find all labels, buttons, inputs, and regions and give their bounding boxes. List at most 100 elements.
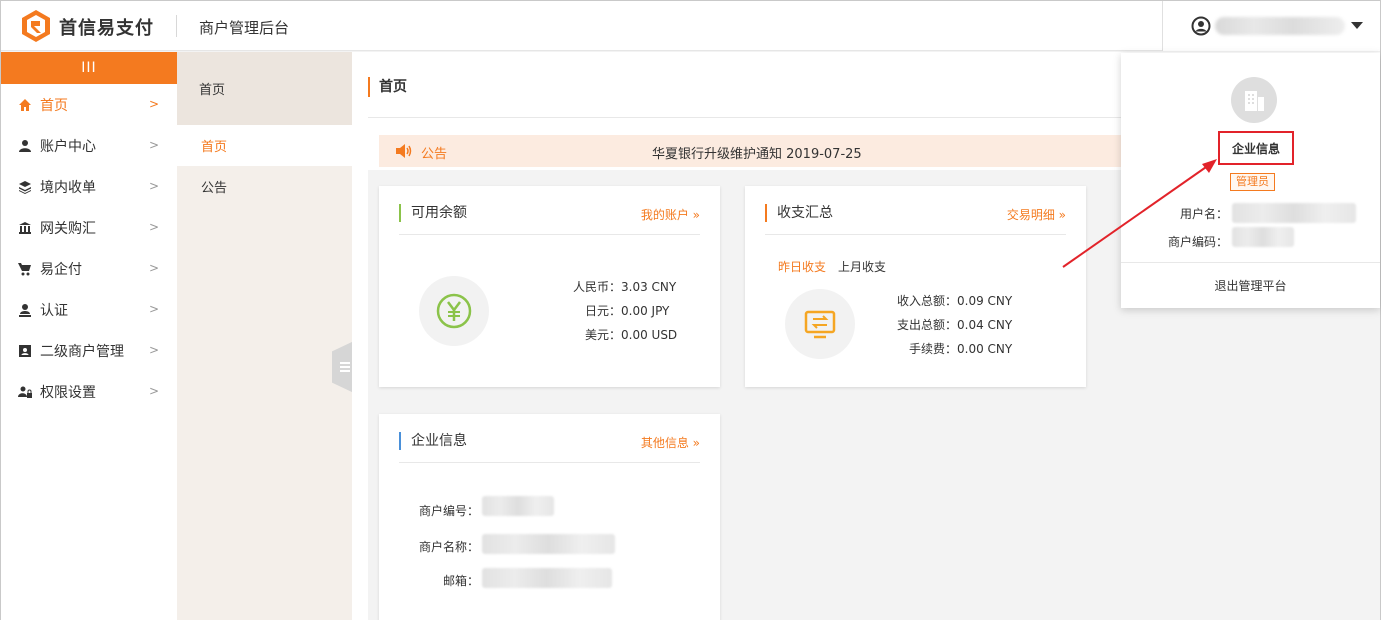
other-info-link[interactable]: 其他信息 » [641,434,700,451]
balance-usd-row: 美元：0.00 USD [529,326,677,343]
sidebar-item-label: 认证 [40,302,68,319]
username-redacted [1215,17,1345,35]
menu-lines-icon [340,362,350,372]
expense-row: 支出总额：0.04 CNY [865,316,1012,333]
sidebar-item-label: 网关购汇 [40,220,96,237]
fee-row: 手续费：0.00 CNY [865,340,1012,357]
chevron-right-icon: > [148,261,159,275]
notice-label: 公告 [421,147,448,162]
merchant-name-redacted [482,534,615,554]
balance-jpy-label: 日元： [584,304,621,318]
balance-card: 可用余额 我的账户 » 人民币：3.03 CNY 日元：0.00 JPY 美元：… [379,186,720,387]
merchant-code-value-redacted [1232,227,1294,247]
tab-yesterday[interactable]: 昨日收支 [778,258,826,275]
caret-down-icon [1351,22,1363,29]
bank-icon [17,220,33,236]
notice-text[interactable]: 华夏银行升级维护通知 2019-07-25 [652,143,862,162]
balance-card-title: 可用余额 [399,204,467,222]
sidebar-item-label: 首页 [40,97,68,114]
merchant-name-row: 商户名称： [399,538,479,555]
menu-toggle-icon: III [81,60,97,76]
home-icon [17,97,33,113]
brand-name[interactable]: 首信易支付 [59,14,154,40]
sidebar-item-label: 境内收单 [40,179,96,196]
balance-cny-label: 人民币： [572,280,621,294]
expense-value: 0.04 CNY [957,318,1013,332]
company-avatar [1231,77,1277,123]
transfer-monitor-icon [804,310,836,339]
top-header: 首信易支付 商户管理后台 [1,1,1380,51]
lock-icon [17,384,33,400]
company-card: 企业信息 其他信息 » 商户编号： 商户名称： 邮箱： [379,414,720,620]
user-circle-icon [1191,16,1211,36]
merchant-number-label: 商户编号： [418,504,479,518]
balance-jpy-row: 日元：0.00 JPY [529,302,669,319]
sidebar-item-account-center[interactable]: 账户中心 > [1,125,177,166]
sidebar-item-label: 账户中心 [40,138,96,155]
tab-last-month[interactable]: 上月收支 [838,258,886,275]
balance-cny-value: 3.03 CNY [621,280,677,294]
sidebar-item-domestic-acquiring[interactable]: 境内收单 > [1,166,177,207]
sub-item-announcement[interactable]: 公告 [177,166,352,207]
chevron-right-icon: > [148,97,159,111]
chevron-right-icon: > [148,179,159,193]
annotation-arrow-icon [1062,159,1217,268]
sidebar-item-certification[interactable]: 认证 > [1,289,177,330]
sidebar-toggle[interactable]: III [1,52,177,84]
header-title: 商户管理后台 [199,19,290,37]
sidebar-item-label: 二级商户管理 [40,343,124,360]
merchant-number-redacted [482,496,554,516]
certify-icon [17,302,33,318]
layers-icon [17,179,33,195]
card-divider [765,234,1066,235]
balance-cny-row: 人民币：3.03 CNY [529,278,676,295]
summary-circle [785,289,855,359]
yuan-coin-icon [436,293,472,329]
user-icon [17,138,33,154]
header-divider [176,15,177,37]
my-account-link[interactable]: 我的账户 » [641,206,700,223]
chevron-right-icon: > [148,220,159,234]
sub-item-home[interactable]: 首页 [177,125,352,166]
id-card-icon [17,343,33,359]
brand-logo-icon[interactable] [19,9,53,43]
card-divider [399,462,700,463]
expense-label: 支出总额： [896,318,957,332]
income-label: 收入总额： [896,294,957,308]
sidebar-item-yiqifu[interactable]: 易企付 > [1,248,177,289]
balance-usd-value: 0.00 USD [621,328,678,342]
chevron-right-icon: > [148,343,159,357]
chevron-right-icon: > [148,138,159,152]
sub-sidebar-heading: 首页 [177,52,352,125]
sidebar-item-sub-merchant[interactable]: 二级商户管理 > [1,330,177,371]
balance-usd-label: 美元： [584,328,621,342]
chevron-right-icon: > [148,384,159,398]
cart-icon [17,261,33,277]
sub-sidebar: 首页 首页 公告 [177,52,352,620]
page-title: 首页 [368,77,407,97]
username-value-redacted [1232,203,1356,223]
sidebar-item-label: 权限设置 [40,384,96,401]
fee-label: 手续费： [908,342,957,356]
email-label: 邮箱： [442,574,479,588]
building-icon [1245,91,1264,111]
email-row: 邮箱： [399,572,479,589]
chevron-right-icon: > [148,302,159,316]
speaker-icon [396,144,412,158]
balance-jpy-value: 0.00 JPY [621,304,670,318]
sidebar-item-gateway-fx[interactable]: 网关购汇 > [1,207,177,248]
merchant-number-row: 商户编号： [399,502,479,519]
fee-value: 0.00 CNY [957,342,1013,356]
sidebar: III 首页 > 账户中心 > 境内收单 > 网关购汇 > 易企付 > 认证 >… [1,52,177,620]
sidebar-item-label: 易企付 [40,261,82,278]
email-redacted [482,568,612,588]
sidebar-item-permissions[interactable]: 权限设置 > [1,371,177,412]
summary-card-title: 收支汇总 [765,204,833,222]
balance-circle [419,276,489,346]
sidebar-item-home[interactable]: 首页 > [1,84,177,125]
user-menu-trigger[interactable] [1162,1,1380,51]
merchant-name-label: 商户名称： [418,540,479,554]
card-divider [399,234,700,235]
summary-card: 收支汇总 交易明细 » 昨日收支 上月收支 收入总额：0.09 CNY 支出总额… [745,186,1086,387]
income-row: 收入总额：0.09 CNY [865,292,1012,309]
